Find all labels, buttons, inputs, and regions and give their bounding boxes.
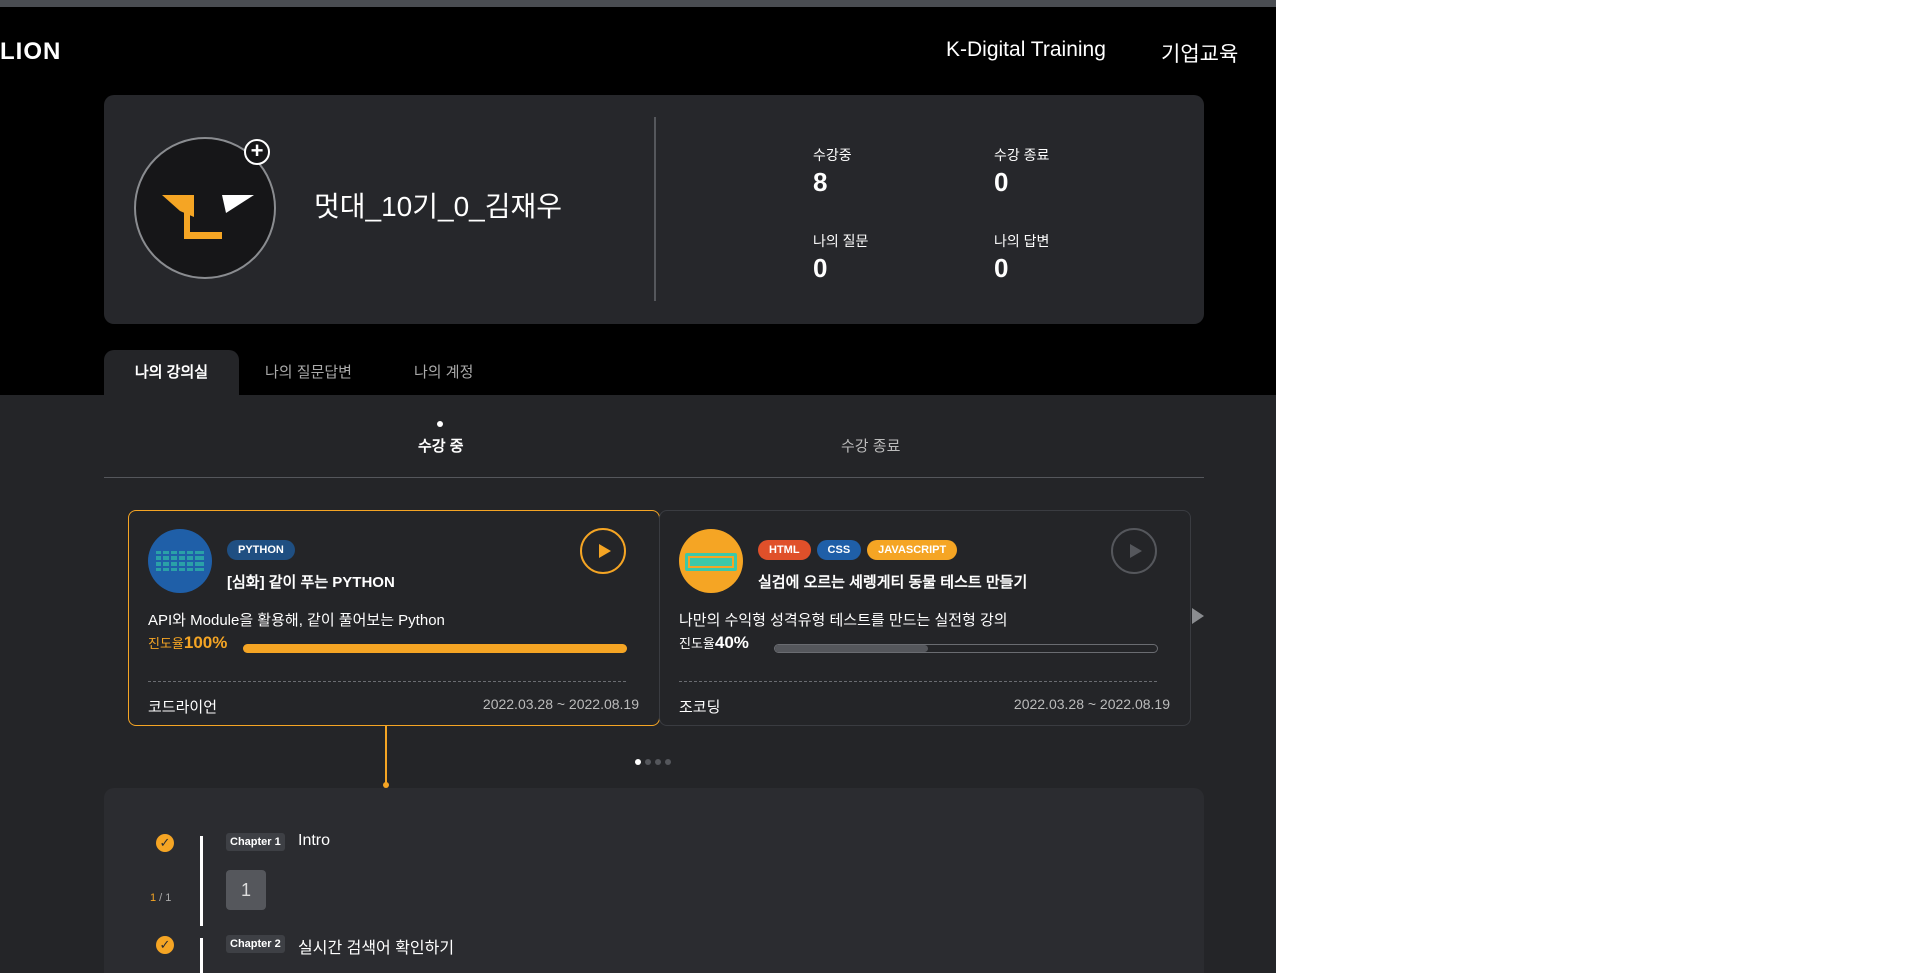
chapter-done-count: 1 (150, 892, 157, 904)
chapter-tag: Chapter 1 (226, 833, 285, 851)
tab-my-account[interactable]: 나의 계정 (414, 350, 473, 395)
username: 멋대_10기_0_김재우 (314, 191, 562, 222)
tag-html: HTML (758, 540, 811, 560)
app-window: LION K-Digital Training 기업교육 + 멋대_10기_0_… (0, 0, 1276, 973)
play-button[interactable] (1111, 528, 1157, 574)
chapter-title[interactable]: 실시간 검색어 확인하기 (298, 934, 454, 958)
stat-label: 나의 질문 (813, 233, 869, 249)
pagination-dot[interactable] (635, 759, 641, 765)
profile-divider (654, 117, 656, 301)
play-icon (1130, 544, 1142, 558)
pagination-dot[interactable] (665, 759, 671, 765)
progress-bar (774, 644, 1158, 653)
stat-completed: 수강 종료 0 (994, 145, 1049, 198)
course-dates: 2022.03.28 ~ 2022.08.19 (482, 696, 639, 712)
course-tags: HTML CSS JAVASCRIPT (758, 540, 958, 560)
progress-label: 진도율40% (679, 633, 749, 653)
course-card[interactable]: HTML CSS JAVASCRIPT 실검에 오르는 세렝게티 동물 테스트 … (659, 510, 1191, 726)
progress-value: 40% (714, 633, 749, 652)
course-provider: 조코딩 (679, 699, 721, 716)
carousel-next-arrow-icon[interactable] (1192, 608, 1204, 624)
check-icon: ✓ (156, 936, 174, 954)
chapter-timeline (200, 836, 203, 926)
stat-my-answers: 나의 답변 0 (994, 231, 1049, 284)
course-title[interactable]: 실검에 오르는 세렝게티 동물 테스트 만들기 (758, 571, 1027, 592)
stat-label: 나의 답변 (994, 233, 1050, 249)
stat-value: 0 (813, 253, 828, 283)
tag-css: CSS (816, 540, 862, 560)
progress-fill (243, 644, 627, 653)
play-icon (599, 544, 611, 558)
card-divider (148, 681, 626, 682)
subtab-completed[interactable]: 수강 종료 (841, 435, 900, 456)
chapter-timeline (200, 938, 203, 973)
stat-my-questions: 나의 질문 0 (813, 231, 868, 284)
add-photo-icon[interactable]: + (244, 139, 270, 165)
active-subtab-indicator (437, 421, 443, 427)
tab-my-qna[interactable]: 나의 질문답변 (265, 350, 352, 395)
stat-value: 0 (994, 167, 1009, 197)
progress-label: 진도율100% (148, 633, 227, 653)
course-thumbnail (148, 529, 212, 593)
lesson-button[interactable]: 1 (226, 870, 266, 910)
chapter-list: ✓ Chapter 1 Intro 1 1 / 1 ✓ Chapter 2 실시… (104, 788, 1204, 973)
serengeti-thumbnail-icon (685, 553, 737, 571)
chapter-title[interactable]: Intro (298, 832, 330, 850)
course-tags: PYTHON (227, 540, 295, 560)
nav-k-digital-training[interactable]: K-Digital Training (946, 38, 1106, 62)
stat-value: 8 (813, 167, 828, 197)
subtab-divider (104, 477, 1204, 478)
tag-javascript: JAVASCRIPT (867, 540, 958, 560)
tab-my-classroom[interactable]: 나의 강의실 (104, 350, 239, 395)
site-logo[interactable]: LION (0, 38, 61, 66)
python-pattern-icon (156, 551, 204, 571)
course-title[interactable]: [심화] 같이 푸는 PYTHON (227, 571, 395, 592)
carousel-pagination (635, 759, 671, 765)
course-description: 나만의 수익형 성격유형 테스트를 만드는 실전형 강의 (679, 612, 1008, 629)
browser-top-border (0, 0, 1276, 7)
chapter-progress-count: 1 / 1 (150, 892, 172, 904)
course-dates: 2022.03.28 ~ 2022.08.19 (1013, 696, 1170, 712)
card-connector (385, 726, 387, 786)
stat-label: 수강 종료 (994, 147, 1050, 163)
course-card[interactable]: PYTHON [심화] 같이 푸는 PYTHON API와 Module을 활용… (128, 510, 660, 726)
play-button[interactable] (580, 528, 626, 574)
pagination-dot[interactable] (645, 759, 651, 765)
progress-label-text: 진도율 (148, 636, 184, 651)
progress-value: 100% (183, 633, 228, 652)
tag-python: PYTHON (227, 540, 295, 560)
profile-card: + 멋대_10기_0_김재우 수강중 8 수강 종료 0 나의 질문 0 나의 … (104, 95, 1204, 324)
stat-enrolled: 수강중 8 (813, 145, 852, 198)
course-thumbnail (679, 529, 743, 593)
chapter-tag: Chapter 2 (226, 935, 285, 953)
card-divider (679, 681, 1157, 682)
check-icon: ✓ (156, 834, 174, 852)
nav-corporate-education[interactable]: 기업교육 (1161, 38, 1238, 68)
pagination-dot[interactable] (655, 759, 661, 765)
stat-value: 0 (994, 253, 1009, 283)
stat-label: 수강중 (813, 147, 852, 163)
chapter-total-count: 1 (165, 892, 172, 904)
progress-label-text: 진도율 (679, 636, 715, 651)
course-provider: 코드라이언 (148, 699, 218, 716)
progress-fill (775, 645, 928, 652)
course-description: API와 Module을 활용해, 같이 풀어보는 Python (148, 612, 445, 629)
progress-bar (243, 644, 627, 653)
subtab-in-progress[interactable]: 수강 중 (418, 435, 464, 456)
